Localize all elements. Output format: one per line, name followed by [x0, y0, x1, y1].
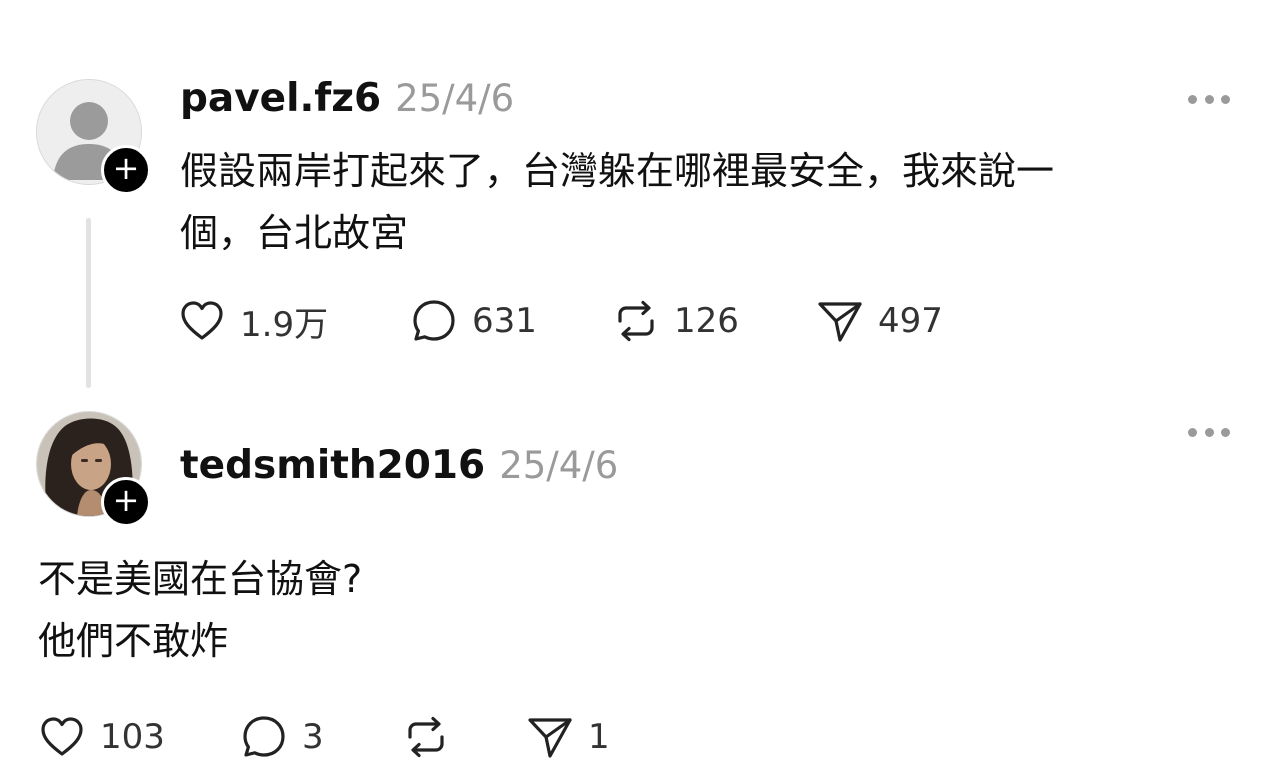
- reply-count: 631: [472, 301, 537, 341]
- username[interactable]: tedsmith2016: [180, 443, 485, 488]
- repost-count: 126: [674, 301, 739, 341]
- post-text-line: 假設兩岸打起來了，台灣躲在哪裡最安全，我來說一: [180, 149, 1055, 193]
- action-bar: 103 3 1: [38, 712, 610, 762]
- repost-button[interactable]: 126: [612, 297, 816, 345]
- post-header: tedsmith2016 25/4/6: [180, 443, 618, 488]
- share-count: 497: [878, 301, 943, 341]
- like-button[interactable]: 1.9万: [178, 297, 410, 346]
- speech-bubble-icon: [243, 716, 285, 757]
- more-options-icon[interactable]: [1188, 426, 1230, 438]
- repost-arrows-icon: [618, 300, 654, 342]
- reply-button[interactable]: 3: [240, 713, 402, 761]
- repost-arrows-icon: [408, 716, 444, 758]
- follow-plus-icon[interactable]: +: [101, 145, 151, 195]
- action-bar: 1.9万 631 126 497: [178, 296, 943, 346]
- avatar-pavel[interactable]: +: [36, 79, 151, 195]
- like-count: 1.9万: [240, 304, 329, 345]
- username[interactable]: pavel.fz6: [180, 76, 381, 121]
- speech-bubble-icon: [413, 300, 455, 341]
- share-button[interactable]: 497: [816, 297, 943, 345]
- post-text: 假設兩岸打起來了，台灣躲在哪裡最安全，我來說一 個，台北故宮: [180, 140, 1054, 264]
- post-text-line: 不是美國在台協會?: [38, 557, 363, 601]
- share-button[interactable]: 1: [526, 713, 610, 761]
- reply-count: 3: [302, 717, 324, 757]
- timestamp: 25/4/6: [499, 444, 619, 487]
- follow-plus-icon[interactable]: +: [101, 477, 151, 527]
- like-count: 103: [100, 717, 165, 757]
- thread-line: [86, 218, 91, 388]
- reply-button[interactable]: 631: [410, 297, 612, 345]
- post-text: 不是美國在台協會? 他們不敢炸: [38, 548, 362, 672]
- avatar-tedsmith[interactable]: +: [36, 411, 151, 527]
- repost-button[interactable]: [402, 713, 526, 761]
- paper-plane-icon: [528, 718, 572, 758]
- paper-plane-icon: [818, 302, 862, 342]
- share-count: 1: [588, 717, 610, 757]
- timestamp: 25/4/6: [395, 77, 515, 120]
- heart-icon: [181, 301, 223, 340]
- more-options-icon[interactable]: [1188, 93, 1230, 105]
- like-button[interactable]: 103: [38, 713, 240, 761]
- post-text-line: 他們不敢炸: [38, 619, 229, 663]
- heart-icon: [41, 717, 83, 756]
- post-text-line: 個，台北故宮: [180, 211, 409, 255]
- post-header: pavel.fz6 25/4/6: [180, 76, 514, 121]
